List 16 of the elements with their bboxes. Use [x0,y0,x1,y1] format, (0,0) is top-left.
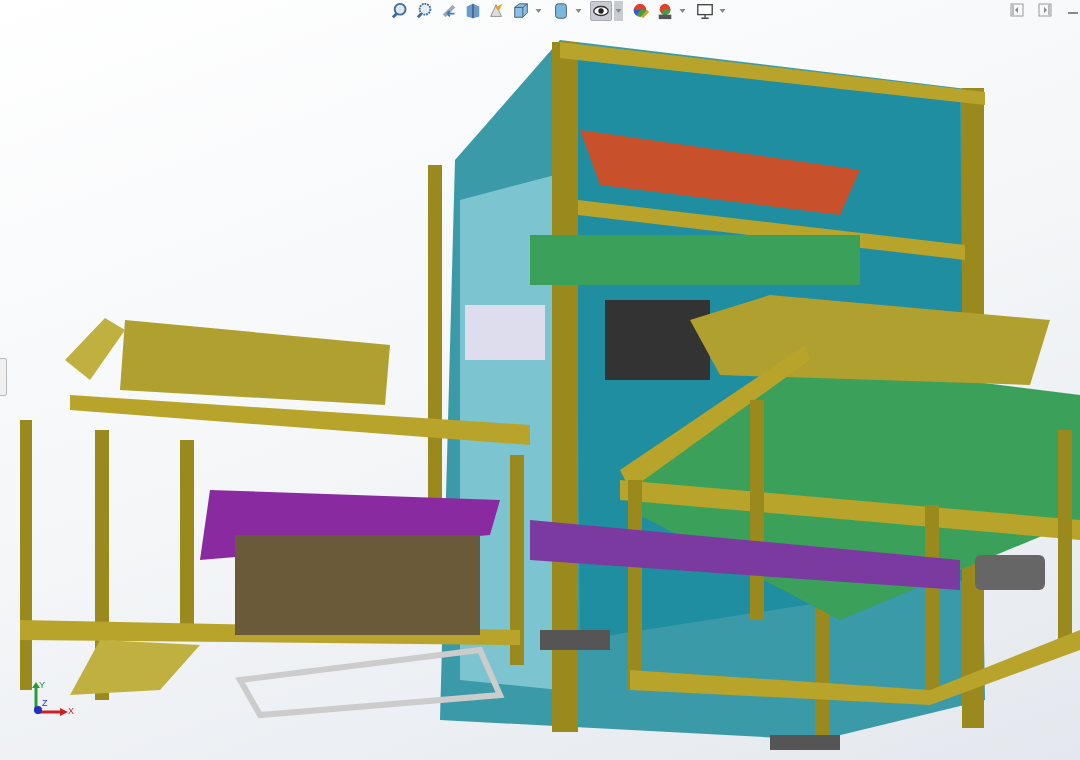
display-style-icon [552,2,570,20]
toolbar-button[interactable] [694,1,716,21]
monitor-icon [696,2,714,20]
x-axis-label: X [68,706,74,716]
zoom-area-icon [416,2,434,20]
tile-right-icon[interactable] [1038,3,1052,17]
z-axis-label: Z [42,698,48,708]
cube-view-icon [512,2,530,20]
appearance-icon [632,2,650,20]
section-view-icon [464,2,482,20]
y-axis-label: Y [39,680,45,690]
panel-toggle-handle[interactable] [0,358,7,396]
toolbar-button[interactable] [590,1,612,21]
previous-view-icon [440,2,458,20]
scene-icon [656,2,674,20]
tile-left-icon[interactable] [1010,3,1024,17]
